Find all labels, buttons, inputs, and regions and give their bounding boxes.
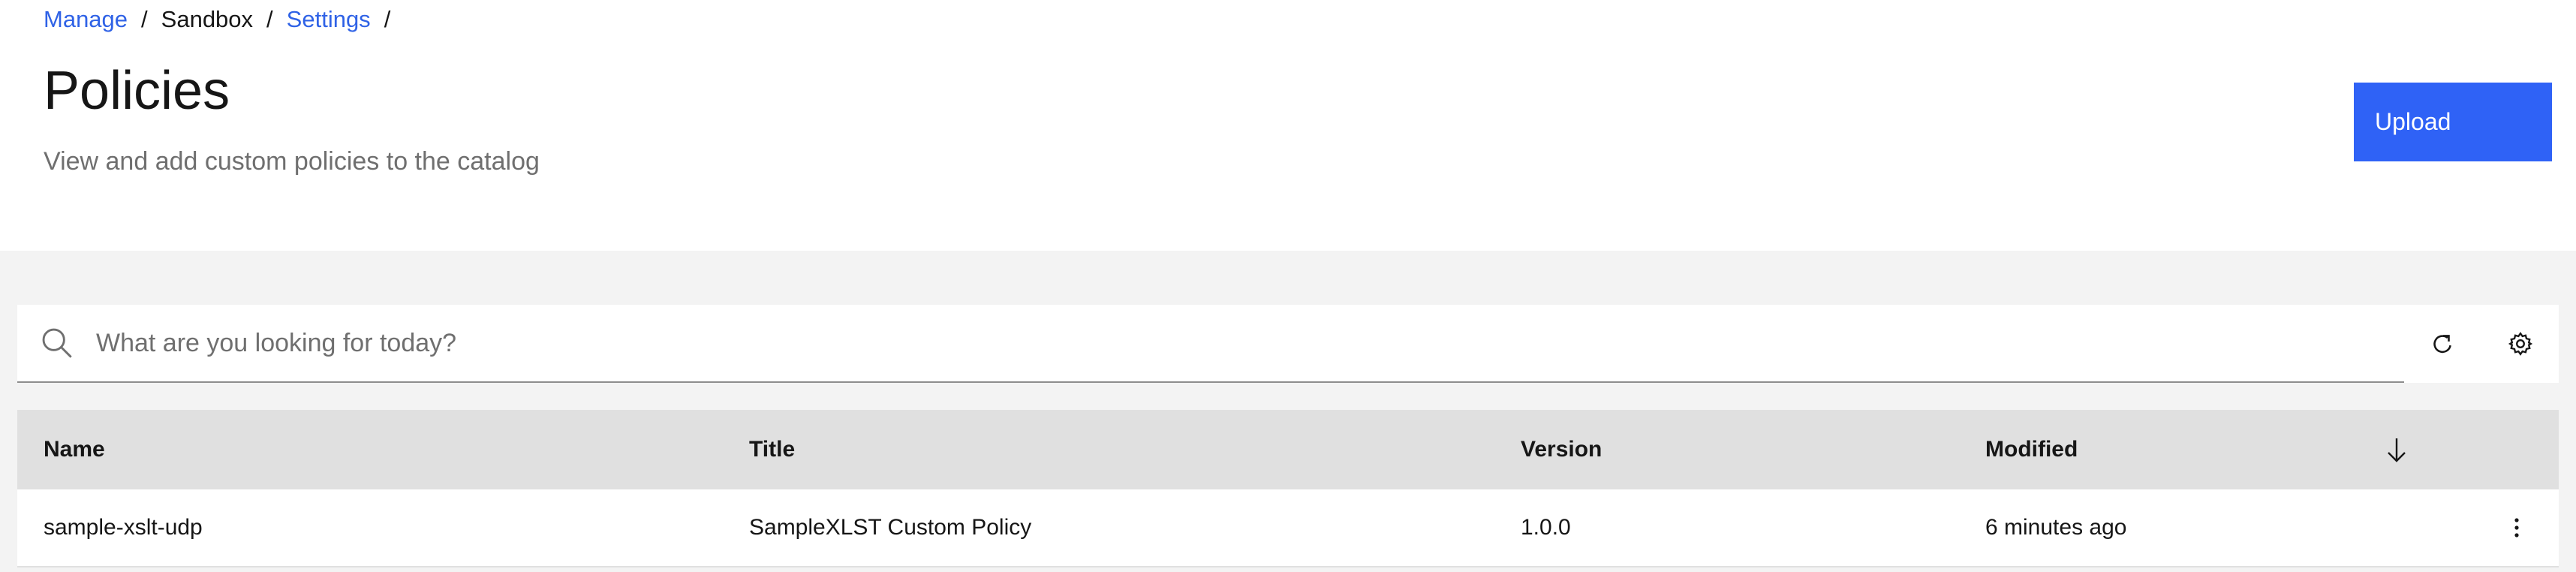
policies-table: Name Title Version Modified sample-xslt-…	[17, 410, 2559, 567]
overflow-menu-icon	[2514, 518, 2519, 537]
breadcrumb-sandbox: Sandbox	[161, 6, 254, 32]
page-subtitle: View and add custom policies to the cata…	[44, 147, 540, 176]
search-icon	[42, 328, 72, 358]
cell-name: sample-xslt-udp	[44, 515, 203, 540]
breadcrumb-settings-link[interactable]: Settings	[287, 6, 371, 33]
breadcrumb-manage-link[interactable]: Manage	[44, 6, 128, 33]
cell-title: SampleXLST Custom Policy	[749, 515, 1032, 540]
upload-button[interactable]: Upload	[2354, 83, 2552, 161]
column-header-version[interactable]: Version	[1521, 410, 1602, 489]
column-header-title[interactable]: Title	[749, 410, 795, 489]
overflow-menu-button[interactable]	[2494, 489, 2539, 566]
breadcrumb-separator: /	[266, 6, 273, 32]
table-toolbar	[17, 305, 2559, 383]
cell-modified: 6 minutes ago	[1985, 515, 2127, 540]
refresh-button[interactable]	[2404, 305, 2481, 383]
page-title: Policies	[44, 61, 230, 121]
breadcrumb-separator: /	[384, 6, 391, 32]
breadcrumb: Manage / Sandbox / Settings /	[44, 3, 404, 36]
table-header-row: Name Title Version Modified	[17, 410, 2559, 489]
sort-button[interactable]	[2378, 410, 2415, 489]
settings-button[interactable]	[2482, 305, 2559, 383]
column-header-name[interactable]: Name	[44, 410, 105, 489]
column-header-modified[interactable]: Modified	[1985, 410, 2078, 489]
search-bar	[17, 305, 2404, 383]
page-header: Manage / Sandbox / Settings / Policies V…	[0, 0, 2576, 251]
content-area: Name Title Version Modified sample-xslt-…	[0, 251, 2576, 572]
refresh-icon	[2433, 335, 2451, 354]
table-row[interactable]: sample-xslt-udp SampleXLST Custom Policy…	[17, 489, 2559, 567]
search-input[interactable]	[95, 318, 2379, 368]
arrow-down-icon	[2388, 438, 2406, 462]
cell-version: 1.0.0	[1521, 515, 1571, 540]
breadcrumb-separator: /	[141, 6, 148, 32]
settings-icon	[2508, 332, 2533, 356]
